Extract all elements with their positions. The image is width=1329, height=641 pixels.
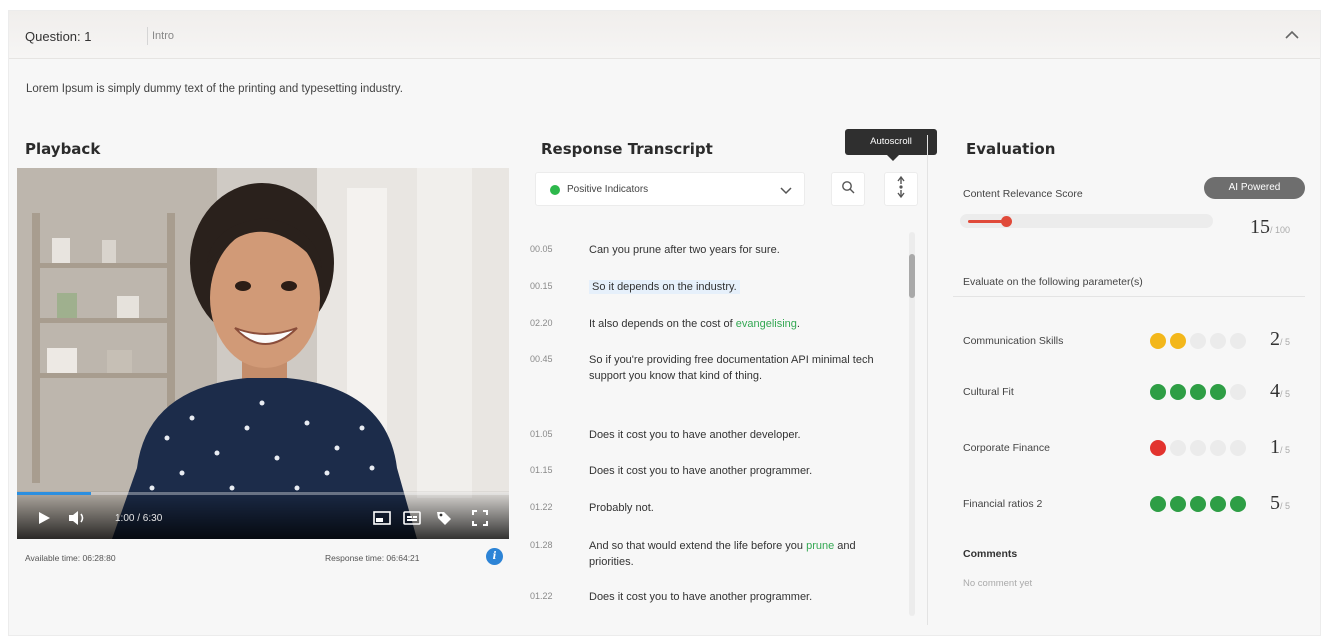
transcript-title: Response Transcript [541, 140, 713, 158]
parameter-score: 4/ 5 [1270, 380, 1291, 402]
comments-empty-text: No comment yet [963, 578, 1033, 589]
rating-dot-empty [1230, 384, 1246, 400]
relevance-score-slider [960, 214, 1213, 228]
chevron-up-icon[interactable] [1282, 25, 1302, 45]
transcript-timestamp: 01.22 [530, 502, 553, 512]
available-time: Available time: 06:28:80 [25, 553, 116, 563]
volume-icon[interactable] [67, 507, 89, 529]
rating-dot-empty [1190, 333, 1206, 349]
ai-powered-badge: AI Powered [1204, 177, 1305, 199]
parameter-score: 1/ 5 [1270, 436, 1291, 458]
chevron-down-icon [778, 182, 794, 203]
rating-dot-filled [1150, 333, 1166, 349]
rating-dot-filled [1230, 496, 1246, 512]
positive-keyword: evangelising [735, 318, 797, 330]
relevance-score: 15/ 100 [1250, 216, 1291, 238]
rating-dot-filled [1210, 384, 1226, 400]
subtitles-icon[interactable] [401, 507, 423, 529]
transcript-text: Probably not. [589, 502, 654, 514]
rating-dot-filled [1150, 384, 1166, 400]
transcript-text: So it depends on the industry. [589, 280, 740, 294]
response-time: Response time: 06:64:21 [325, 553, 420, 563]
parameters-label: Evaluate on the following parameter(s) [963, 276, 1143, 288]
transcript-text: It also depends on the cost of evangelis… [589, 318, 800, 330]
relevance-label: Content Relevance Score [963, 188, 1083, 200]
rating-dot-empty [1170, 440, 1186, 456]
rating-dot-empty [1210, 440, 1226, 456]
rating-dot-filled [1190, 384, 1206, 400]
video-timecode: 1:00 / 6:30 [115, 513, 163, 524]
indicator-filter-label: Positive Indicators [567, 184, 649, 195]
video-progress-bar[interactable] [17, 492, 509, 495]
relevance-score-knob [1000, 216, 1012, 227]
parameter-score: 2/ 5 [1270, 328, 1291, 350]
rating-dot-filled [1190, 496, 1206, 512]
search-button[interactable] [831, 172, 865, 206]
parameters-divider [953, 296, 1305, 297]
autoscroll-icon [895, 175, 907, 204]
transcript-timestamp: 01.15 [530, 465, 553, 475]
tag-icon[interactable] [433, 507, 455, 529]
rating-dot-empty [1230, 440, 1246, 456]
parameter-name: Corporate Finance [963, 442, 1050, 454]
picture-in-picture-icon[interactable] [371, 507, 393, 529]
rating-dot-filled [1170, 333, 1186, 349]
question-header[interactable]: Question: 1 Intro [9, 11, 1320, 59]
rating-dot-empty [1210, 333, 1226, 349]
question-subtitle: Intro [152, 30, 175, 42]
rating-dot-filled [1150, 440, 1166, 456]
transcript-scrollbar[interactable] [909, 232, 915, 616]
transcript-text: Does it cost you to have another develop… [589, 429, 801, 441]
transcript-text: And so that would extend the life before… [589, 540, 856, 568]
parameter-rating [1150, 333, 1246, 351]
autoscroll-button[interactable] [884, 172, 918, 206]
rating-dot-empty [1190, 440, 1206, 456]
indicator-filter-dropdown[interactable]: Positive Indicators [535, 172, 805, 206]
video-frame [17, 168, 509, 539]
transcript-text: Does it cost you to have another program… [589, 591, 813, 603]
header-divider [147, 27, 148, 45]
rating-dot-empty [1230, 333, 1246, 349]
transcript-timestamp: 00.15 [530, 281, 553, 291]
video-progress-fill [17, 492, 91, 495]
search-icon [841, 180, 855, 199]
parameter-rating [1150, 384, 1246, 402]
rating-dot-filled [1170, 384, 1186, 400]
column-divider [927, 135, 928, 625]
fullscreen-icon[interactable] [469, 507, 491, 529]
play-icon[interactable] [33, 507, 55, 529]
transcript-timestamp: 01.28 [530, 540, 553, 550]
playback-title: Playback [25, 140, 101, 158]
parameter-name: Financial ratios 2 [963, 498, 1043, 510]
info-icon[interactable]: i [486, 548, 503, 565]
evaluation-title: Evaluation [966, 140, 1056, 158]
transcript-timestamp: 00.45 [530, 354, 553, 364]
parameter-name: Communication Skills [963, 335, 1064, 347]
transcript-timestamp: 02.20 [530, 318, 553, 328]
video-player[interactable]: 1:00 / 6:30 [17, 168, 509, 539]
relevance-score-fill [968, 220, 1006, 223]
transcript-text: Can you prune after two years for sure. [589, 244, 780, 256]
rating-dot-filled [1170, 496, 1186, 512]
parameter-rating [1150, 440, 1246, 458]
transcript-timestamp: 00.05 [530, 244, 553, 254]
parameter-name: Cultural Fit [963, 386, 1014, 398]
transcript-text: So if you're providing free documentatio… [589, 354, 874, 382]
transcript-timestamp: 01.22 [530, 591, 553, 601]
transcript-timestamp: 01.05 [530, 429, 553, 439]
parameter-rating [1150, 496, 1246, 514]
rating-dot-filled [1150, 496, 1166, 512]
positive-indicator-dot [550, 185, 560, 195]
autoscroll-tooltip: Autoscroll [845, 129, 937, 161]
positive-keyword: prune [806, 540, 835, 552]
transcript-text: Does it cost you to have another program… [589, 465, 813, 477]
parameter-score: 5/ 5 [1270, 492, 1291, 514]
comments-title: Comments [963, 548, 1018, 560]
transcript-list[interactable]: 00.05 Can you prune after two years for … [530, 232, 895, 616]
question-description: Lorem Ipsum is simply dummy text of the … [26, 83, 403, 95]
transcript-scroll-thumb[interactable] [909, 254, 915, 298]
question-title: Question: 1 [25, 29, 92, 44]
rating-dot-filled [1210, 496, 1226, 512]
